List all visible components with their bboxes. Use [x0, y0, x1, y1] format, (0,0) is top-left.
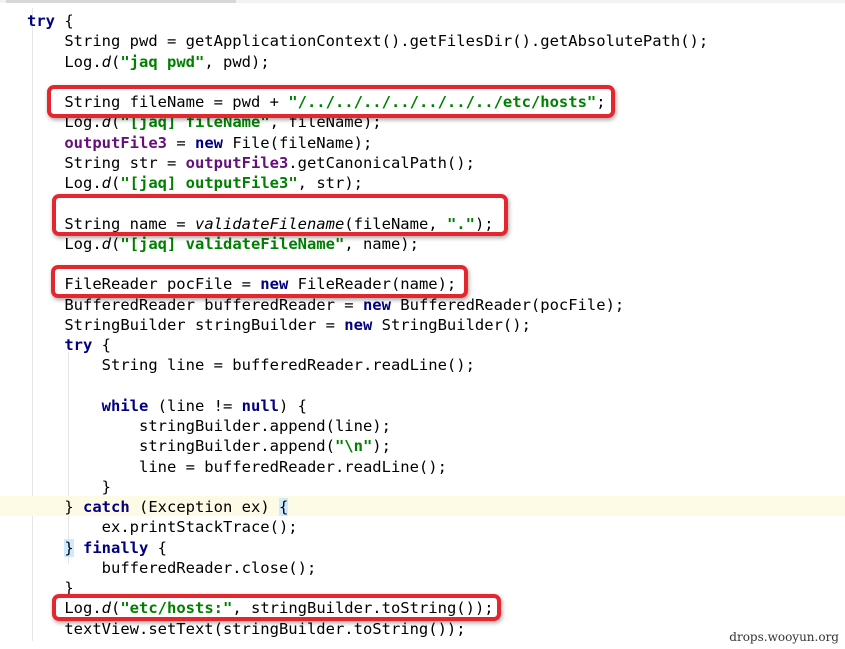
- code-token: (line !=: [148, 396, 242, 415]
- code-line[interactable]: while (line != null) {: [27, 396, 307, 416]
- active-tab-edge: [6, 0, 236, 3]
- code-token: ) {: [278, 396, 307, 415]
- code-token: "[jaq] outputFile3": [120, 174, 298, 192]
- code-token: , pwd);: [204, 52, 270, 71]
- code-line[interactable]: } finally {: [27, 538, 167, 558]
- code-token: StringBuilder();: [372, 315, 531, 334]
- code-line[interactable]: StringBuilder stringBuilder = new String…: [27, 315, 531, 335]
- code-line[interactable]: Log.d("[jaq] validateFileName", name);: [27, 234, 419, 254]
- code-token: {: [92, 336, 111, 354]
- code-token: d: [101, 52, 111, 71]
- code-token: ex.printStackTrace();: [27, 518, 298, 537]
- code-token: }: [27, 498, 83, 516]
- highlight-box-validate-filename: [52, 194, 508, 236]
- code-token: stringBuilder.append(: [27, 437, 335, 456]
- code-token: {: [278, 498, 289, 516]
- code-token: =: [166, 133, 195, 152]
- code-token: try: [64, 336, 93, 354]
- code-line[interactable]: textView.setText(stringBuilder.toString(…: [27, 619, 466, 639]
- code-token: (Exception ex): [129, 498, 279, 516]
- code-line[interactable]: line = bufferedReader.readLine();: [27, 457, 447, 477]
- code-line[interactable]: ex.printStackTrace();: [27, 517, 298, 537]
- code-token: String pwd = getApplicationContext().get…: [27, 32, 709, 51]
- highlight-box-log-hosts: [52, 594, 501, 621]
- code-token: "[jaq] validateFileName": [120, 234, 345, 253]
- code-token: BufferedReader bufferedReader =: [27, 295, 363, 314]
- code-line[interactable]: try {: [27, 335, 111, 355]
- code-line[interactable]: String str = outputFile3.getCanonicalPat…: [27, 153, 475, 173]
- code-line[interactable]: } catch (Exception ex) {: [27, 497, 289, 517]
- code-token: null: [241, 396, 279, 415]
- code-line[interactable]: String line = bufferedReader.readLine();: [27, 355, 475, 375]
- code-token: d: [101, 174, 111, 192]
- code-token: Log.: [27, 234, 102, 253]
- code-token: {: [55, 12, 74, 30]
- code-line[interactable]: Log.d("jaq pwd", pwd);: [27, 52, 270, 72]
- code-token: .getCanonicalPath();: [288, 153, 475, 172]
- code-token: Log.: [27, 174, 102, 192]
- code-line[interactable]: }: [27, 477, 111, 497]
- code-token: new: [344, 315, 373, 334]
- code-line[interactable]: outputFile3 = new File(fileName);: [27, 133, 372, 153]
- code-token: (: [111, 52, 121, 71]
- code-token: new: [194, 133, 223, 152]
- code-token: textView.setText(stringBuilder.toString(…: [27, 619, 466, 638]
- code-line[interactable]: bufferedReader.close();: [27, 558, 317, 578]
- code-token: d: [101, 234, 111, 253]
- code-token: , name);: [344, 234, 419, 253]
- code-token: File(fileName);: [222, 133, 373, 152]
- code-line[interactable]: Log.d("[jaq] outputFile3", str);: [27, 173, 363, 193]
- code-token: new: [362, 295, 391, 314]
- code-token: line = bufferedReader.readLine();: [27, 457, 447, 476]
- code-token: , str);: [297, 174, 363, 192]
- code-token: (: [111, 174, 121, 192]
- code-token: );: [372, 437, 391, 456]
- code-editor[interactable]: try { String pwd = getApplicationContext…: [0, 0, 845, 649]
- code-token: "\n": [334, 437, 373, 456]
- code-line[interactable]: String pwd = getApplicationContext().get…: [27, 31, 708, 51]
- code-token: BufferedReader(pocFile);: [390, 295, 625, 314]
- code-token: outputFile3: [64, 133, 167, 152]
- code-token: String str =: [27, 153, 186, 172]
- code-token: while: [101, 396, 149, 415]
- code-token: (: [111, 234, 121, 253]
- code-line[interactable]: stringBuilder.append(line);: [27, 416, 391, 436]
- code-token: Log.: [27, 52, 102, 71]
- code-token: String line = bufferedReader.readLine();: [27, 356, 475, 375]
- code-token: try: [27, 12, 55, 30]
- code-token: }: [27, 477, 111, 496]
- code-line[interactable]: stringBuilder.append("\n");: [27, 436, 391, 456]
- highlight-box-filename: [47, 85, 615, 118]
- code-token: StringBuilder stringBuilder =: [27, 315, 345, 334]
- code-token: }: [64, 538, 74, 557]
- editor-tab-strip: [0, 0, 845, 3]
- code-token: outputFile3: [185, 153, 289, 172]
- highlight-box-filereader: [51, 265, 468, 298]
- code-token: bufferedReader.close();: [27, 558, 317, 577]
- code-token: {: [148, 538, 168, 557]
- code-token: stringBuilder.append(line);: [27, 417, 391, 435]
- code-token: catch: [83, 498, 130, 516]
- code-token: "jaq pwd": [120, 52, 205, 71]
- watermark: drops.wooyun.org: [729, 630, 839, 644]
- code-line[interactable]: try {: [27, 11, 74, 31]
- code-token: finally: [83, 538, 149, 557]
